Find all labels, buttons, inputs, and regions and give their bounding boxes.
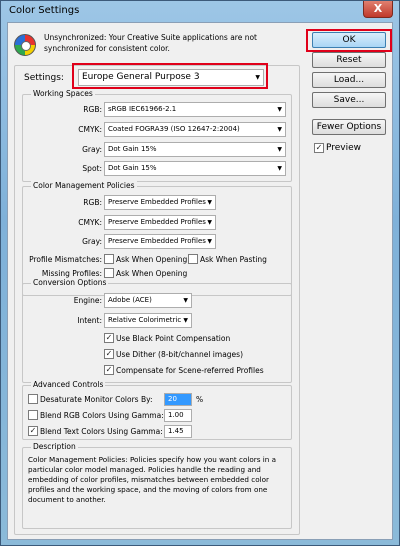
conversion-title: Conversion Options bbox=[31, 278, 109, 287]
dialog-window: Color Settings X Unsynchronized: Your Cr… bbox=[0, 0, 400, 546]
engine-value: Adobe (ACE) bbox=[108, 296, 152, 304]
chevron-down-icon: ▼ bbox=[183, 297, 188, 304]
intent-select[interactable]: Relative Colorimetric ▼ bbox=[104, 313, 192, 328]
settings-highlight bbox=[72, 63, 268, 89]
color-sync-icon bbox=[14, 34, 36, 56]
policy-gray-label: Gray: bbox=[82, 237, 102, 246]
blend-rgb-input[interactable]: 1.00 bbox=[164, 409, 192, 422]
preview-label: Preview bbox=[326, 143, 362, 153]
intent-label: Intent: bbox=[77, 316, 102, 325]
chevron-down-icon: ▼ bbox=[207, 219, 212, 226]
chevron-down-icon: ▼ bbox=[183, 317, 188, 324]
ws-gray-value: Dot Gain 15% bbox=[108, 145, 157, 153]
ok-button[interactable]: OK bbox=[312, 32, 386, 48]
scene-referred-label: Compensate for Scene-referred Profiles bbox=[116, 366, 264, 375]
policy-rgb-select[interactable]: Preserve Embedded Profiles ▼ bbox=[104, 195, 216, 210]
ask-when-pasting-label: Ask When Pasting bbox=[200, 255, 267, 264]
ws-spot-value: Dot Gain 15% bbox=[108, 164, 157, 172]
missing-ask-when-opening-label: Ask When Opening bbox=[116, 269, 188, 278]
ask-when-opening-checkbox[interactable] bbox=[104, 254, 114, 264]
policy-cmyk-select[interactable]: Preserve Embedded Profiles ▼ bbox=[104, 215, 216, 230]
policy-rgb-label: RGB: bbox=[83, 198, 102, 207]
ask-when-opening-label: Ask When Opening bbox=[116, 255, 188, 264]
ws-cmyk-select[interactable]: Coated FOGRA39 (ISO 12647-2:2004) ▼ bbox=[104, 122, 286, 137]
blend-text-checkbox[interactable]: ✓ bbox=[28, 426, 38, 436]
settings-label: Settings: bbox=[24, 73, 64, 83]
ws-gray-select[interactable]: Dot Gain 15% ▼ bbox=[104, 142, 286, 157]
chevron-down-icon: ▼ bbox=[207, 238, 212, 245]
sync-status-message: Unsynchronized: Your Creative Suite appl… bbox=[44, 33, 258, 53]
chevron-down-icon: ▼ bbox=[207, 199, 212, 206]
engine-label: Engine: bbox=[73, 296, 102, 305]
ask-when-pasting-checkbox[interactable] bbox=[188, 254, 198, 264]
blend-rgb-checkbox[interactable] bbox=[28, 410, 38, 420]
title-bar[interactable]: Color Settings X bbox=[1, 1, 399, 22]
load-button[interactable]: Load... bbox=[312, 72, 386, 88]
desaturate-unit: % bbox=[196, 395, 204, 404]
ws-cmyk-value: Coated FOGRA39 (ISO 12647-2:2004) bbox=[108, 125, 240, 133]
dialog-body: Unsynchronized: Your Creative Suite appl… bbox=[7, 22, 393, 540]
desaturate-checkbox[interactable] bbox=[28, 394, 38, 404]
blend-text-input[interactable]: 1.45 bbox=[164, 425, 192, 438]
desaturate-label: Desaturate Monitor Colors By: bbox=[40, 395, 153, 404]
fewer-options-button[interactable]: Fewer Options bbox=[312, 119, 386, 135]
ws-rgb-label: RGB: bbox=[83, 105, 102, 114]
ws-gray-label: Gray: bbox=[82, 145, 102, 154]
black-point-compensation-checkbox[interactable]: ✓ bbox=[104, 333, 114, 343]
scene-referred-checkbox[interactable]: ✓ bbox=[104, 365, 114, 375]
intent-value: Relative Colorimetric bbox=[108, 316, 182, 324]
engine-select[interactable]: Adobe (ACE) ▼ bbox=[104, 293, 192, 308]
blend-rgb-label: Blend RGB Colors Using Gamma: bbox=[40, 411, 164, 420]
working-spaces-title: Working Spaces bbox=[31, 89, 95, 98]
chevron-down-icon: ▼ bbox=[277, 106, 282, 113]
policy-gray-select[interactable]: Preserve Embedded Profiles ▼ bbox=[104, 234, 216, 249]
ws-rgb-select[interactable]: sRGB IEC61966-2.1 ▼ bbox=[104, 102, 286, 117]
save-button[interactable]: Save... bbox=[312, 92, 386, 108]
description-text: Color Management Policies: Policies spec… bbox=[28, 455, 276, 504]
policies-title: Color Management Policies bbox=[31, 181, 137, 190]
dither-label: Use Dither (8-bit/channel images) bbox=[116, 350, 244, 359]
blend-text-label: Blend Text Colors Using Gamma: bbox=[40, 427, 163, 436]
ws-spot-select[interactable]: Dot Gain 15% ▼ bbox=[104, 161, 286, 176]
chevron-down-icon: ▼ bbox=[277, 146, 282, 153]
policy-cmyk-label: CMYK: bbox=[78, 218, 102, 227]
chevron-down-icon: ▼ bbox=[277, 126, 282, 133]
close-button[interactable]: X bbox=[363, 1, 393, 18]
description-title: Description bbox=[31, 442, 78, 451]
ws-cmyk-label: CMYK: bbox=[78, 125, 102, 134]
desaturate-input[interactable]: 20 bbox=[164, 393, 192, 406]
missing-profiles-label: Missing Profiles: bbox=[41, 269, 102, 278]
ws-rgb-value: sRGB IEC61966-2.1 bbox=[108, 105, 177, 113]
policy-rgb-value: Preserve Embedded Profiles bbox=[108, 198, 206, 206]
dither-checkbox[interactable]: ✓ bbox=[104, 349, 114, 359]
profile-mismatches-label: Profile Mismatches: bbox=[29, 255, 102, 264]
black-point-compensation-label: Use Black Point Compensation bbox=[116, 334, 231, 343]
ws-spot-label: Spot: bbox=[82, 164, 102, 173]
chevron-down-icon: ▼ bbox=[277, 165, 282, 172]
policy-gray-value: Preserve Embedded Profiles bbox=[108, 237, 206, 245]
reset-button[interactable]: Reset bbox=[312, 52, 386, 68]
window-title: Color Settings bbox=[9, 5, 80, 16]
missing-ask-when-opening-checkbox[interactable] bbox=[104, 268, 114, 278]
policy-cmyk-value: Preserve Embedded Profiles bbox=[108, 218, 206, 226]
preview-checkbox[interactable]: ✓ bbox=[314, 143, 324, 153]
advanced-title: Advanced Controls bbox=[31, 380, 106, 389]
